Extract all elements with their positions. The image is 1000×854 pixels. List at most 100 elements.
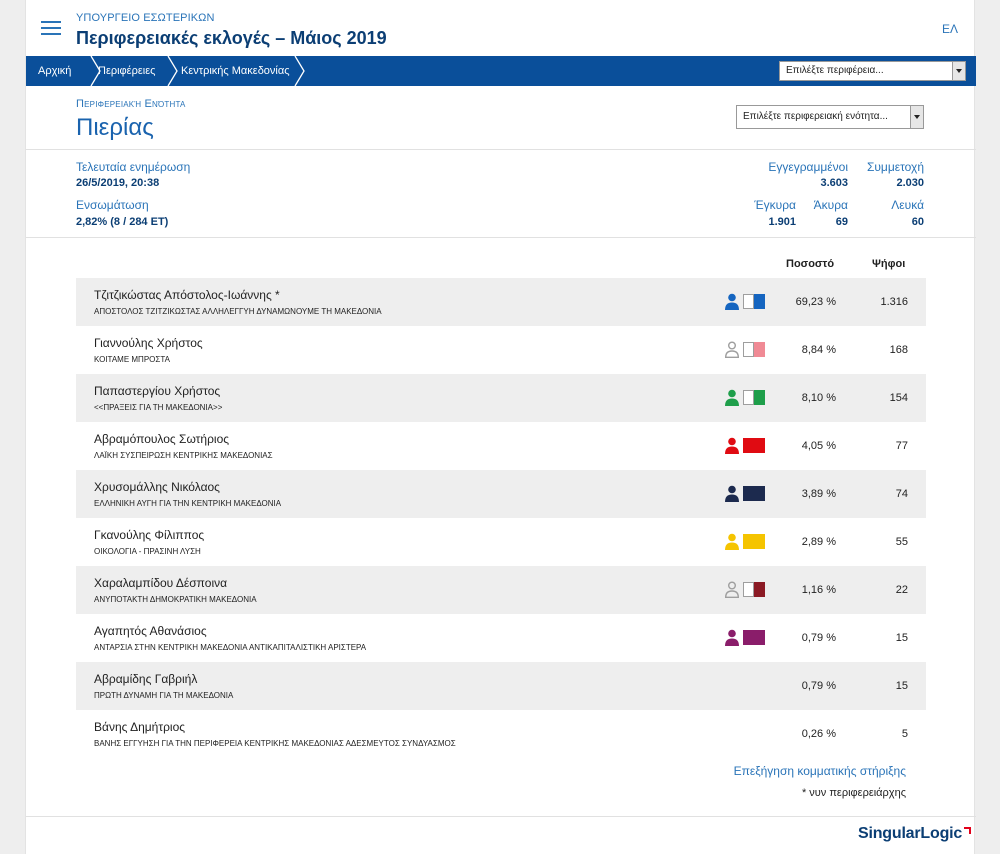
votes-column-header: Ψήφοι <box>872 258 906 270</box>
table-row[interactable]: Παπαστεργίου Χρήστος <<ΠΡΑΞΕΙΣ ΓΙΑ ΤΗ ΜΑ… <box>76 374 926 422</box>
person-icon <box>725 533 739 550</box>
votes-value: 168 <box>889 344 908 356</box>
candidate-name: Γκανούλης Φίλιππος <box>94 528 205 542</box>
header: ΥΠΟΥΡΓΕΙΟ ΕΣΩΤΕΡΙΚΩΝ Περιφερειακές εκλογ… <box>26 0 976 56</box>
table-row[interactable]: Αβραμόπουλος Σωτήριος ΛΑΪΚΗ ΣΥΣΠΕΙΡΩΣΗ Κ… <box>76 422 926 470</box>
logo-text-main: Singular <box>858 825 921 842</box>
percent-value: 2,89 % <box>801 536 836 548</box>
breadcrumb-central-macedonia[interactable]: Κεντρικής Μακεδονίας <box>181 56 290 86</box>
flag-icon <box>743 582 765 597</box>
registered-label: Εγγεγραμμένοι <box>768 160 848 174</box>
candidate-name: Αβραμίδης Γαβριήλ <box>94 672 198 686</box>
unit-select[interactable]: Επιλέξτε περιφερειακή ενότητα... <box>736 105 924 129</box>
party-name: <<ΠΡΑΞΕΙΣ ΓΙΑ ΤΗ ΜΑΚΕΔΟΝΙΑ>> <box>94 403 223 412</box>
percent-column-header: Ποσοστό <box>786 258 835 270</box>
table-row[interactable]: Χρυσομάλλης Νικόλαος ΕΛΛΗΝΙΚΗ ΑΥΓΗ ΓΙΑ Τ… <box>76 470 926 518</box>
person-outline-icon <box>724 341 740 358</box>
candidate-name: Αγαπητός Αθανάσιος <box>94 624 207 638</box>
votes-value: 15 <box>895 632 908 644</box>
chevron-right-icon <box>294 56 305 86</box>
ministry-label: ΥΠΟΥΡΓΕΙΟ ΕΣΩΤΕΡΙΚΩΝ <box>76 12 215 24</box>
votes-value: 1.316 <box>880 296 908 308</box>
votes-value: 55 <box>895 536 908 548</box>
breadcrumb-home[interactable]: Αρχική <box>38 56 71 86</box>
flag-icon <box>743 294 765 309</box>
percent-value: 4,05 % <box>801 440 836 452</box>
region-select[interactable]: Επιλέξτε περιφέρεια... <box>779 61 966 81</box>
candidate-name: Γιαννούλης Χρήστος <box>94 336 203 350</box>
person-icon <box>725 629 739 646</box>
candidate-name: Τζιτζικώστας Απόστολος-Ιωάννης * <box>94 288 280 302</box>
flag-icon <box>743 630 765 645</box>
registered-value: 3.603 <box>820 177 848 189</box>
party-name: ΑΝΤΑΡΣΙΑ ΣΤΗΝ ΚΕΝΤΡΙΚΗ ΜΑΚΕΔΟΝΙΑ ΑΝΤΙΚΑΠ… <box>94 643 367 652</box>
blank-label: Λευκά <box>891 198 924 212</box>
party-name: ΠΡΩΤΗ ΔΥΝΑΜΗ ΓΙΑ ΤΗ ΜΑΚΕΔΟΝΙΑ <box>94 691 234 700</box>
valid-value: 1.901 <box>768 216 796 228</box>
flag-icon <box>743 534 765 549</box>
table-row[interactable]: Αγαπητός Αθανάσιος ΑΝΤΑΡΣΙΑ ΣΤΗΝ ΚΕΝΤΡΙΚ… <box>76 614 926 662</box>
person-outline-icon <box>724 581 740 598</box>
percent-value: 3,89 % <box>801 488 836 500</box>
party-name: ΕΛΛΗΝΙΚΗ ΑΥΓΗ ΓΙΑ ΤΗΝ ΚΕΝΤΡΙΚΗ ΜΑΚΕΔΟΝΙΑ <box>94 499 282 508</box>
table-row[interactable]: Χαραλαμπίδου Δέσποινα ΑΝΥΠΟΤΑΚΤΗ ΔΗΜΟΚΡΑ… <box>76 566 926 614</box>
singularlogic-logo: SingularLogic <box>858 825 972 843</box>
party-name: ΒΑΝΗΣ ΕΓΓΥΗΣΗ ΓΙΑ ΤΗΝ ΠΕΡΙΦΕΡΕΙΑ ΚΕΝΤΡΙΚ… <box>94 739 456 748</box>
votes-value: 5 <box>901 728 908 740</box>
candidate-name: Αβραμόπουλος Σωτήριος <box>94 432 230 446</box>
party-name: ΑΝΥΠΟΤΑΚΤΗ ΔΗΜΟΚΡΑΤΙΚΗ ΜΑΚΕΔΟΝΙΑ <box>94 595 257 604</box>
footnote: * νυν περιφερειάρχης <box>801 787 906 799</box>
candidate-name: Παπαστεργίου Χρήστος <box>94 384 221 398</box>
divider <box>26 237 976 238</box>
table-row[interactable]: Βάνης Δημήτριος ΒΑΝΗΣ ΕΓΓΥΗΣΗ ΓΙΑ ΤΗΝ ΠΕ… <box>76 710 926 758</box>
party-name: ΛΑΪΚΗ ΣΥΣΠΕΙΡΩΣΗ ΚΕΝΤΡΙΚΗΣ ΜΑΚΕΔΟΝΙΑΣ <box>94 451 273 460</box>
invalid-value: 69 <box>835 216 848 228</box>
party-name: ΑΠΟΣΤΟΛΟΣ ΤΖΙΤΖΙΚΩΣΤΑΣ ΑΛΛΗΛΕΓΓΥΗ ΔΥΝΑΜΩ… <box>94 307 382 316</box>
percent-value: 0,79 % <box>801 680 836 692</box>
person-icon <box>725 485 739 502</box>
table-row[interactable]: Τζιτζικώστας Απόστολος-Ιωάννης * ΑΠΟΣΤΟΛ… <box>76 278 926 326</box>
flag-icon <box>743 390 765 405</box>
chevron-down-icon[interactable] <box>952 62 965 80</box>
person-icon <box>725 437 739 454</box>
valid-label: Έγκυρα <box>754 198 796 212</box>
flag-icon <box>743 486 765 501</box>
last-update-label: Τελευταία ενημέρωση <box>76 160 191 174</box>
percent-value: 8,10 % <box>801 392 836 404</box>
candidate-name: Χρυσομάλλης Νικόλαος <box>94 480 220 494</box>
invalid-label: Άκυρα <box>813 198 848 212</box>
blank-value: 60 <box>911 216 924 228</box>
party-name: ΟΙΚΟΛΟΓΙΑ - ΠΡΑΣΙΝΗ ΛΥΣΗ <box>94 547 201 556</box>
votes-value: 74 <box>895 488 908 500</box>
region-select-value: Επιλέξτε περιφέρεια... <box>786 65 884 76</box>
candidate-name: Βάνης Δημήτριος <box>94 720 186 734</box>
person-icon <box>725 293 739 310</box>
divider <box>26 149 976 150</box>
page-title: Περιφερειακές εκλογές – Μάιος 2019 <box>76 28 387 48</box>
chevron-down-icon[interactable] <box>910 106 923 128</box>
turnout-label: Συμμετοχή <box>866 160 924 174</box>
votes-value: 77 <box>895 440 908 452</box>
candidate-name: Χαραλαμπίδου Δέσποινα <box>94 576 228 590</box>
unit-select-value: Επιλέξτε περιφερειακή ενότητα... <box>743 111 888 122</box>
breadcrumb: Αρχική Περιφέρειες Κεντρικής Μακεδονίας … <box>26 56 976 86</box>
breadcrumb-regions[interactable]: Περιφέρειες <box>98 56 155 86</box>
percent-value: 69,23 % <box>795 296 836 308</box>
table-row[interactable]: Αβραμίδης Γαβριήλ ΠΡΩΤΗ ΔΥΝΑΜΗ ΓΙΑ ΤΗ ΜΑ… <box>76 662 926 710</box>
turnout-value: 2.030 <box>896 177 924 189</box>
table-row[interactable]: Γιαννούλης Χρήστος ΚΟΙΤΑΜΕ ΜΠΡΟΣΤΑ 8,84 … <box>76 326 926 374</box>
last-update-value: 26/5/2019, 20:38 <box>76 177 160 189</box>
unit-name: Πιερίας <box>76 114 154 141</box>
unit-type-label: Περιφερειακή Ενότητα <box>76 98 186 110</box>
percent-value: 0,79 % <box>801 632 836 644</box>
logo-text-accent: Logic <box>920 825 963 842</box>
votes-value: 154 <box>889 392 908 404</box>
votes-value: 15 <box>895 680 908 692</box>
percent-value: 0,26 % <box>801 728 836 740</box>
hamburger-menu-icon[interactable] <box>41 21 61 35</box>
table-row[interactable]: Γκανούλης Φίλιππος ΟΙΚΟΛΟΓΙΑ - ΠΡΑΣΙΝΗ Λ… <box>76 518 926 566</box>
percent-value: 1,16 % <box>801 584 836 596</box>
language-switch[interactable]: ΕΛ <box>942 22 958 36</box>
party-support-link[interactable]: Επεξήγηση κομματικής στήριξης <box>734 764 906 778</box>
divider <box>26 816 976 817</box>
